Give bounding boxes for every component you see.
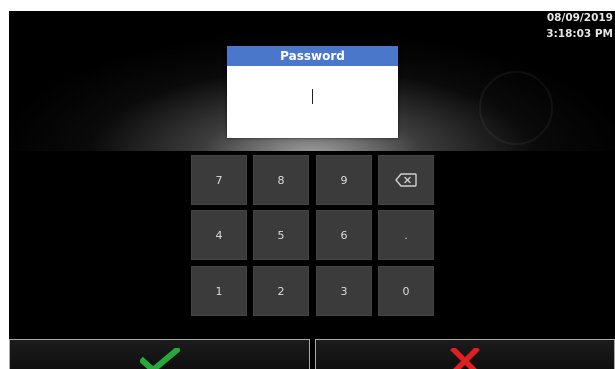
cancel-button[interactable] bbox=[315, 339, 615, 369]
key-9-label: 9 bbox=[340, 173, 348, 187]
backspace-icon bbox=[395, 173, 417, 187]
checkmark-icon bbox=[139, 348, 180, 369]
status-clock: 08/09/2019 3:18:03 PM bbox=[546, 11, 613, 42]
key-5[interactable]: 5 bbox=[253, 210, 309, 260]
password-dialog: Password bbox=[227, 46, 398, 138]
x-icon bbox=[450, 348, 480, 369]
key-6-label: 6 bbox=[340, 228, 348, 242]
status-time: 3:18:03 PM bbox=[546, 28, 613, 40]
status-date: 08/09/2019 bbox=[546, 12, 613, 24]
key-4[interactable]: 4 bbox=[191, 210, 247, 260]
key-decimal[interactable]: . bbox=[378, 210, 434, 260]
login-screen: 08/09/2019 3:18:03 PM Password 7 8 9 4 5… bbox=[9, 11, 615, 369]
key-5-label: 5 bbox=[277, 228, 285, 242]
key-8-label: 8 bbox=[277, 173, 285, 187]
key-6[interactable]: 6 bbox=[316, 210, 372, 260]
key-0[interactable]: 0 bbox=[378, 266, 434, 316]
text-cursor bbox=[312, 89, 313, 104]
key-3[interactable]: 3 bbox=[316, 266, 372, 316]
password-dialog-title: Password bbox=[227, 46, 398, 66]
key-1[interactable]: 1 bbox=[191, 266, 247, 316]
key-8[interactable]: 8 bbox=[253, 155, 309, 205]
key-9[interactable]: 9 bbox=[316, 155, 372, 205]
key-0-label: 0 bbox=[402, 284, 410, 298]
key-1-label: 1 bbox=[215, 284, 223, 298]
key-4-label: 4 bbox=[215, 228, 223, 242]
confirm-button[interactable] bbox=[9, 339, 310, 369]
background-globe-graphic bbox=[479, 71, 553, 145]
key-2-label: 2 bbox=[277, 284, 285, 298]
key-7-label: 7 bbox=[215, 173, 223, 187]
key-decimal-label: . bbox=[404, 228, 408, 242]
key-7[interactable]: 7 bbox=[191, 155, 247, 205]
key-backspace[interactable] bbox=[378, 155, 434, 205]
password-input[interactable] bbox=[227, 66, 398, 138]
key-3-label: 3 bbox=[340, 284, 348, 298]
key-2[interactable]: 2 bbox=[253, 266, 309, 316]
